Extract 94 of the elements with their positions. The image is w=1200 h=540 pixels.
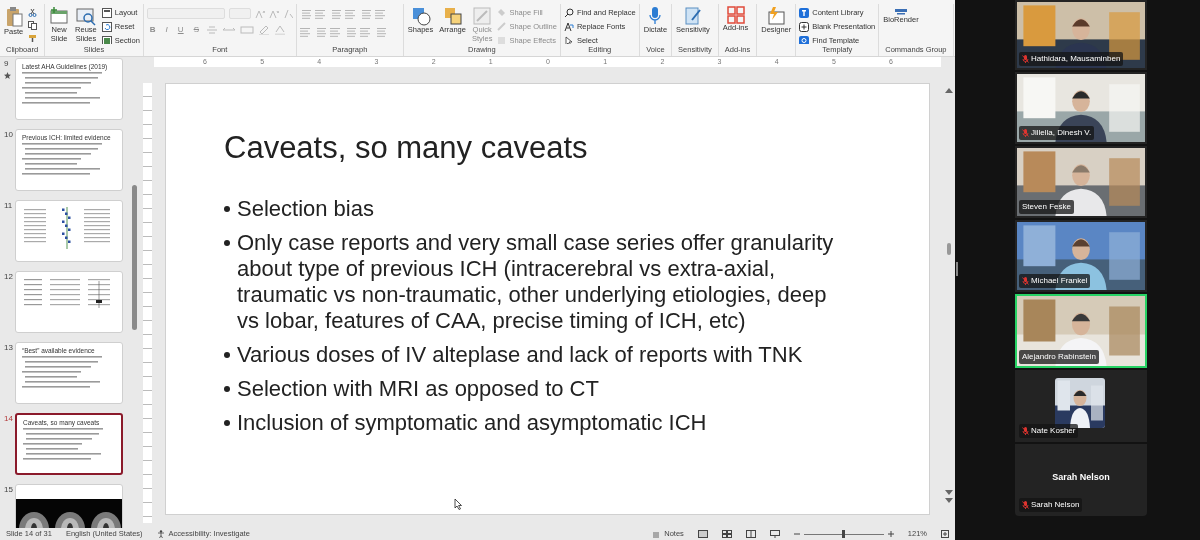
strikethrough-icon: [205, 25, 218, 35]
name-label: Nate Kosher: [1019, 424, 1079, 438]
name-label: Jillella, Dinesh V.: [1019, 126, 1095, 140]
participant-name: Sarah Nelson: [1051, 471, 1111, 484]
slide-thumbnail[interactable]: [15, 271, 123, 333]
fit-slide-icon: [941, 530, 949, 538]
effects-icon: [497, 36, 507, 44]
cut-button[interactable]: [28, 6, 38, 19]
scissors-icon: [28, 8, 38, 17]
brush-icon: [28, 34, 38, 43]
layout-icon: [101, 7, 112, 18]
format-painter-button[interactable]: [28, 32, 38, 44]
accessibility-icon: [156, 530, 165, 538]
microphone-icon: [648, 6, 663, 26]
outline-icon: [497, 22, 507, 31]
bullet-icon: [224, 386, 230, 393]
slide-number: 14: [4, 413, 14, 425]
line-spacing-icon: [359, 10, 371, 20]
section-icon: [101, 35, 112, 44]
fill-bucket-icon: [497, 8, 507, 17]
slide-thumbnail[interactable]: [15, 484, 123, 528]
grid-icon: [726, 6, 745, 24]
decrease-indent-icon: [329, 10, 341, 20]
search-icon: [563, 7, 574, 18]
highlighter-icon: [257, 25, 270, 35]
name-label: Hathidara, Mausaminben: [1019, 52, 1124, 66]
slide-number: 12: [4, 271, 14, 283]
align-text-icon: [374, 28, 386, 38]
bullet-icon: [224, 420, 230, 427]
search-icon: [799, 35, 810, 44]
increase-indent-icon: [344, 10, 356, 20]
slideshow-icon: [769, 530, 780, 538]
bullets-icon: [299, 10, 311, 20]
zoom-slider[interactable]: [803, 530, 884, 538]
slide-number: 13: [4, 342, 14, 354]
clear-format-icon: [282, 8, 293, 19]
slide-title: Caveats, so many caveats: [224, 129, 589, 167]
text-direction-icon: [374, 10, 386, 20]
bullet-text: Selection with MRI as opposed to CT: [237, 376, 600, 403]
quick-styles-icon: [472, 6, 493, 26]
plus-icon: [887, 531, 894, 537]
name-label: Steven Feske: [1019, 200, 1074, 214]
font-color-icon: [273, 25, 286, 35]
bullet-icon: [224, 206, 230, 213]
slider-thumb[interactable]: [842, 530, 846, 538]
grow-font-icon: [254, 8, 265, 19]
star-icon: [4, 72, 11, 79]
slide-thumbnail[interactable]: [15, 200, 123, 262]
library-icon: [799, 7, 810, 18]
sorter-view-icon: [721, 530, 732, 538]
slide-search-icon: [75, 6, 96, 26]
slide-number: 9: [4, 58, 10, 70]
normal-view-icon: [697, 530, 708, 538]
bullet-text: Selection bias: [237, 196, 375, 223]
name-label: Michael Frankel: [1019, 274, 1091, 288]
bullet-text: Various doses of IV alteplase and lack of reports with TNK: [237, 342, 804, 369]
copy-icon: [28, 21, 38, 30]
document-pen-icon: [683, 6, 702, 26]
font-swap-icon: [563, 21, 574, 32]
align-center-icon: [314, 28, 326, 38]
cursor-icon: [454, 498, 462, 510]
name-label: Alejandro Rabinstein: [1019, 350, 1099, 364]
reset-icon: [101, 21, 112, 32]
slide-number: 10: [4, 129, 14, 141]
scrollbar[interactable]: [132, 185, 137, 330]
reading-view-icon: [745, 530, 756, 538]
slide-number: 15: [4, 484, 14, 496]
case-icon: [239, 25, 254, 35]
copy-button[interactable]: [28, 19, 38, 32]
shrink-font-icon: [268, 8, 279, 19]
align-left-icon: [299, 28, 311, 38]
cursor-icon: [563, 35, 574, 44]
logo-icon: [893, 6, 908, 16]
resize-handle[interactable]: [956, 262, 958, 276]
bullet-text: Inclusion of symptomatic and asymptomatic ICH: [237, 410, 708, 437]
name-label: Sarah Nelson: [1019, 498, 1083, 512]
shapes-icon: [410, 6, 431, 26]
notes-icon: [652, 530, 661, 538]
scroll-up-icon[interactable]: [945, 87, 953, 93]
arrange-icon: [442, 6, 463, 26]
plus-icon: [799, 21, 810, 32]
slide-number: 11: [4, 200, 14, 212]
bullet-icon: [224, 352, 230, 359]
bullet-icon: [224, 240, 230, 247]
align-right-icon: [329, 28, 341, 38]
slide-icon: [49, 6, 70, 26]
clipboard-icon: [4, 6, 23, 28]
justify-icon: [344, 28, 356, 38]
numbering-icon: [314, 10, 326, 20]
scroll-down-icon[interactable]: [945, 490, 953, 504]
columns-icon: [359, 28, 371, 38]
bullet-text: Only case reports and very small case series offer granularity about type of previous ICH (intracerebral vs extra-axial, traumatic vs non-traumatic, other underlying etiologies, deep vs lobar, features of CAA, precise timing of ICH, etc): [237, 230, 835, 335]
picture-frame-icon: [766, 6, 787, 26]
minus-icon: [793, 531, 800, 537]
